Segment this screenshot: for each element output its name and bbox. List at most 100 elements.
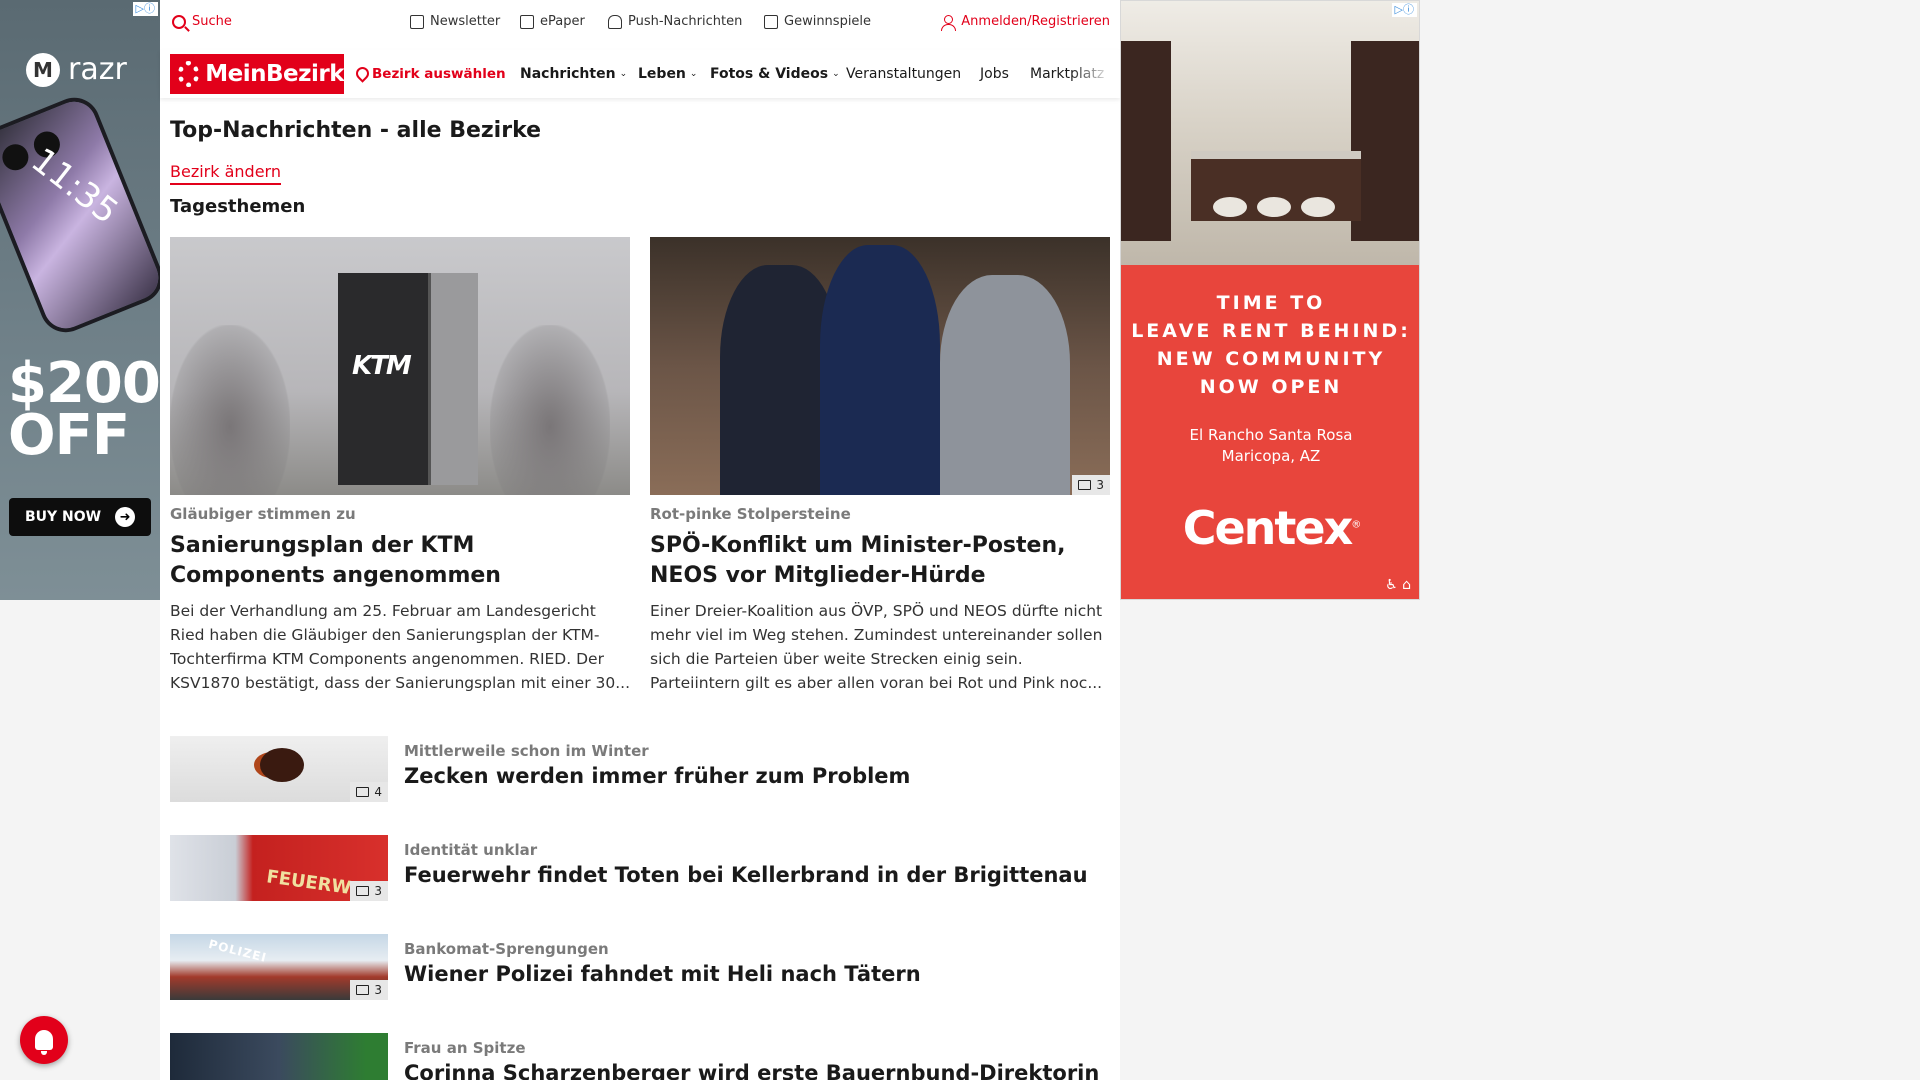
article-thumbnail[interactable]: FEUERWEHR 3 xyxy=(170,835,388,901)
search-link[interactable]: Suche xyxy=(172,14,232,29)
nav-leben[interactable]: Leben ⌄ xyxy=(638,66,697,82)
gallery-icon xyxy=(356,787,370,797)
article-headline[interactable]: SPÖ-Konflikt um Minister-Posten, NEOS vo… xyxy=(650,531,1110,591)
notification-bell-button[interactable] xyxy=(20,1016,68,1064)
login-link[interactable]: Anmelden/Registrieren xyxy=(941,14,1110,31)
push-label: Push-Nachrichten xyxy=(628,14,743,29)
buy-now-button[interactable]: BUY NOW ➜ xyxy=(9,498,151,536)
gallery-icon xyxy=(356,886,370,896)
ad-headline-line: TIME TO xyxy=(1216,292,1326,314)
article-kicker: Bankomat-Sprengungen xyxy=(404,940,609,958)
tree-shape xyxy=(170,325,290,495)
arrow-right-icon: ➜ xyxy=(115,507,136,527)
login-label: Anmelden/Registrieren xyxy=(961,14,1110,29)
main-navigation: MeinBezirk Bezirk auswählen Nachrichten ⌄… xyxy=(160,50,1120,98)
nav-leben-label: Leben xyxy=(638,66,686,82)
article-kicker: Gläubiger stimmen zu xyxy=(170,505,356,523)
cabinet-shape xyxy=(1121,41,1171,241)
article-teaser: Einer Dreier-Koalition aus ÖVP, SPÖ und … xyxy=(650,602,1103,692)
ad-choices-icon[interactable]: ▷ⓘ xyxy=(132,2,158,16)
gallery-badge: 3 xyxy=(1072,475,1110,495)
centex-logo-text: Centex xyxy=(1182,501,1354,555)
helicopter-lettering: POLIZEI xyxy=(207,937,269,965)
ktm-logo-text: KTM xyxy=(352,351,412,381)
phone-clock: 11:35 xyxy=(23,140,126,233)
person-shape xyxy=(940,275,1070,495)
chevron-down-icon: ⌄ xyxy=(689,69,698,79)
epaper-link[interactable]: ePaper xyxy=(520,14,585,29)
gallery-count: 3 xyxy=(1096,478,1104,492)
article-thumbnail[interactable] xyxy=(170,1033,388,1080)
newsletter-link[interactable]: Newsletter xyxy=(410,14,500,29)
bell-icon xyxy=(35,1030,53,1055)
page-title: Top-Nachrichten - alle Bezirke xyxy=(170,118,542,143)
article-image[interactable]: KTM xyxy=(170,237,630,495)
building-glass xyxy=(428,273,478,485)
bezirk-select-link[interactable]: Bezirk auswählen xyxy=(356,66,506,82)
article-headline[interactable]: Sanierungsplan der KTM Components angeno… xyxy=(170,531,630,591)
registered-mark: ® xyxy=(1351,519,1361,531)
bezirk-select-label: Bezirk auswählen xyxy=(372,66,506,82)
gallery-count: 4 xyxy=(374,785,382,799)
gallery-count: 3 xyxy=(374,983,382,997)
buy-now-label: BUY NOW xyxy=(24,509,102,525)
gift-icon xyxy=(764,14,778,29)
site-logo[interactable]: MeinBezirk xyxy=(170,54,344,94)
featured-article[interactable]: KTM Gläubiger stimmen zu Sanierungsplan … xyxy=(170,237,630,695)
tree-shape xyxy=(490,325,610,495)
list-item[interactable]: 4 Mittlerweile schon im Winter Zecken we… xyxy=(170,736,1110,802)
nav-fotos-label: Fotos & Videos xyxy=(710,66,829,82)
ad-location-line: El Rancho Santa Rosa xyxy=(1189,426,1353,444)
motorola-logo-icon: M xyxy=(26,52,60,87)
article-headline[interactable]: Feuerwehr findet Toten bei Kellerbrand i… xyxy=(404,863,1088,887)
article-headline[interactable]: Wiener Polizei fahndet mit Heli nach Tät… xyxy=(404,962,921,986)
chevron-down-icon: ⌄ xyxy=(619,69,628,79)
nav-fotos-videos[interactable]: Fotos & Videos ⌄ xyxy=(710,66,840,82)
gallery-badge: 3 xyxy=(350,881,388,901)
user-icon xyxy=(941,14,957,31)
nav-veranstaltungen-label: Veranstaltungen xyxy=(846,66,962,82)
gewinnspiele-link[interactable]: Gewinnspiele xyxy=(764,14,871,29)
ad-brand: M razr xyxy=(26,52,127,87)
ad-location: El Rancho Santa Rosa Maricopa, AZ xyxy=(1121,425,1419,467)
list-item[interactable]: POLIZEI 3 Bankomat-Sprengungen Wiener Po… xyxy=(170,934,1110,1000)
ad-offer-off: OFF xyxy=(8,403,130,468)
article-kicker: Frau an Spitze xyxy=(404,1039,526,1057)
article-thumbnail[interactable]: POLIZEI 3 xyxy=(170,934,388,1000)
ad-choices-icon[interactable]: ▷ⓘ xyxy=(1391,3,1417,17)
nav-veranstaltungen[interactable]: Veranstaltungen xyxy=(846,66,961,82)
stool-shape xyxy=(1213,197,1247,217)
centex-logo: Centex® xyxy=(1121,501,1419,555)
featured-article[interactable]: 3 Rot-pinke Stolpersteine SPÖ-Konflikt u… xyxy=(650,237,1110,695)
ad-offer: $200 OFF xyxy=(8,356,160,468)
newsletter-label: Newsletter xyxy=(430,14,501,29)
gallery-badge: 4 xyxy=(350,782,388,802)
article-headline[interactable]: Zecken werden immer früher zum Problem xyxy=(404,764,910,788)
search-icon xyxy=(172,14,186,29)
article-thumbnail[interactable]: 4 xyxy=(170,736,388,802)
accessibility-housing-icon: ♿ ⌂ xyxy=(1385,577,1411,593)
article-image[interactable]: 3 xyxy=(650,237,1110,495)
newspaper-icon xyxy=(520,14,534,29)
page-root: ▷ⓘ M razr 11:35 $200 OFF BUY NOW ➜ Suche xyxy=(0,0,1920,1080)
left-skyscraper-ad[interactable]: ▷ⓘ M razr 11:35 $200 OFF BUY NOW ➜ xyxy=(0,0,160,600)
article-headline[interactable]: Corinna Scharzenberger wird erste Bauern… xyxy=(404,1061,1099,1080)
nav-jobs[interactable]: Jobs xyxy=(980,66,1009,82)
ad-location-line: Maricopa, AZ xyxy=(1221,447,1321,465)
push-notifications-link[interactable]: Push-Nachrichten xyxy=(608,14,742,29)
bezirk-change-link[interactable]: Bezirk ändern xyxy=(170,162,281,185)
top-utility-bar: Suche Newsletter ePaper Push-Nachrichten… xyxy=(160,0,1120,46)
article-kicker: Mittlerweile schon im Winter xyxy=(404,742,649,760)
kitchen-photo xyxy=(1121,1,1419,265)
list-item[interactable]: FEUERWEHR 3 Identität unklar Feuerwehr f… xyxy=(170,835,1110,901)
ad-headline-line: NEW COMMUNITY xyxy=(1156,348,1386,370)
article-teaser: Bei der Verhandlung am 25. Februar am La… xyxy=(170,602,630,692)
location-pin-icon xyxy=(356,67,368,82)
ad-brand-name: razr xyxy=(68,52,127,87)
ad-headline-line: LEAVE RENT BEHIND: xyxy=(1131,320,1411,342)
section-title: Tagesthemen xyxy=(170,196,306,217)
tick-image-shape xyxy=(260,748,304,782)
list-item[interactable]: Frau an Spitze Corinna Scharzenberger wi… xyxy=(170,1033,1110,1080)
right-display-ad[interactable]: ▷ⓘ TIME TO LEAVE RENT BEHIND: NEW COMMUN… xyxy=(1120,0,1420,600)
nav-nachrichten[interactable]: Nachrichten ⌄ xyxy=(520,66,627,82)
